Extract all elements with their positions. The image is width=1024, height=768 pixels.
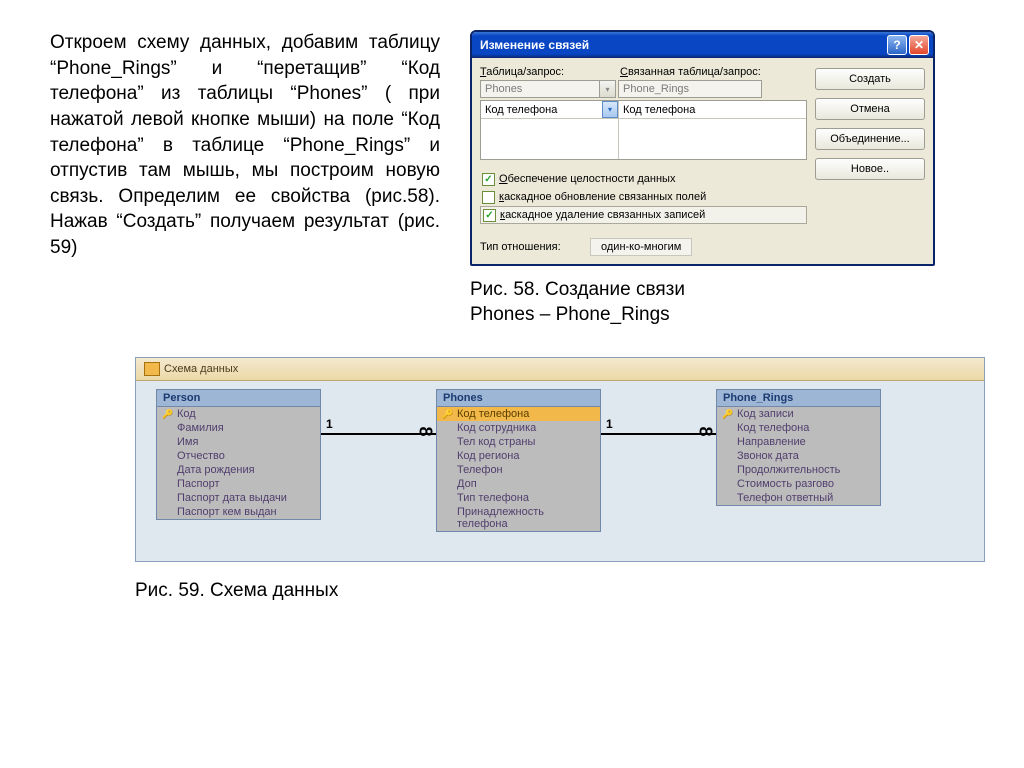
chevron-down-icon[interactable]: ▾ bbox=[602, 101, 618, 118]
create-button[interactable]: Создать bbox=[815, 68, 925, 90]
chevron-down-icon[interactable]: ▾ bbox=[599, 81, 615, 97]
close-button[interactable]: ✕ bbox=[909, 35, 929, 55]
table-field[interactable]: Дата рождения bbox=[157, 463, 320, 477]
table-header: Phone_Rings bbox=[717, 390, 880, 407]
checkbox-icon: ✓ bbox=[483, 209, 496, 222]
checkbox-cascade-update[interactable]: каскадное обновление связанных полей bbox=[480, 188, 807, 206]
relation-type-label: Тип отношения: bbox=[480, 241, 590, 253]
schema-tab[interactable]: Схема данных bbox=[136, 358, 984, 381]
table-field[interactable]: Отчество bbox=[157, 449, 320, 463]
infinity-label: 8 bbox=[420, 421, 430, 442]
one-label: 1 bbox=[606, 417, 613, 431]
table-field[interactable]: Стоимость разгово bbox=[717, 477, 880, 491]
checkbox-cascade-delete[interactable]: ✓ каскадное удаление связанных записей bbox=[480, 206, 807, 224]
figure-58-caption: Рис. 58. Создание связи Phones – Phone_R… bbox=[470, 278, 935, 327]
new-button[interactable]: Новое.. bbox=[815, 158, 925, 180]
table-box-person[interactable]: PersonКод🔑ФамилияИмяОтчествоДата рождени… bbox=[156, 389, 321, 520]
table-field[interactable]: Код региона bbox=[437, 449, 600, 463]
dialog-titlebar: Изменение связей ? ✕ bbox=[472, 32, 933, 58]
checkbox-icon: ✓ bbox=[482, 173, 495, 186]
table-field[interactable]: Имя bbox=[157, 435, 320, 449]
label-table-query: Таблица/запрос: bbox=[480, 66, 620, 78]
checkbox-integrity[interactable]: ✓ Обеспечение целостности данных bbox=[480, 170, 807, 188]
edit-relationships-dialog: Изменение связей ? ✕ Таблица/запрос: Свя… bbox=[470, 30, 935, 266]
table-header: Person bbox=[157, 390, 320, 407]
table-field[interactable]: Код телефона bbox=[717, 421, 880, 435]
table-field[interactable]: Код сотрудника bbox=[437, 421, 600, 435]
table-field[interactable]: Паспорт bbox=[157, 477, 320, 491]
relationships-schema-window: Схема данных PersonКод🔑ФамилияИмяОтчеств… bbox=[135, 357, 985, 562]
key-icon: 🔑 bbox=[442, 409, 453, 420]
table-field[interactable]: Телефон bbox=[437, 463, 600, 477]
instructions-paragraph: Откроем схему данных, добавим таблицу “P… bbox=[50, 30, 440, 261]
field-left-cell[interactable]: Код телефона ▾ bbox=[481, 101, 618, 119]
figure-59-caption: Рис. 59. Схема данных bbox=[135, 580, 974, 602]
help-button[interactable]: ? bbox=[887, 35, 907, 55]
table-field[interactable]: Телефон ответный bbox=[717, 491, 880, 505]
table-field[interactable]: Звонок дата bbox=[717, 449, 880, 463]
table-field[interactable]: Фамилия bbox=[157, 421, 320, 435]
table-field[interactable]: Код телефона🔑 bbox=[437, 407, 600, 421]
label-related-table: Связанная таблица/запрос: bbox=[620, 66, 761, 78]
table-field[interactable]: Тип телефона bbox=[437, 491, 600, 505]
field-mapping-grid[interactable]: Код телефона ▾ Код телефона bbox=[480, 100, 807, 160]
table-field[interactable]: Принадлежность телефона bbox=[437, 505, 600, 531]
table-header: Phones bbox=[437, 390, 600, 407]
table-box-phones[interactable]: PhonesКод телефона🔑Код сотрудникаТел код… bbox=[436, 389, 601, 532]
table-field[interactable]: Продолжительность bbox=[717, 463, 880, 477]
table-field[interactable]: Доп bbox=[437, 477, 600, 491]
combo-table[interactable]: Phones▾ bbox=[480, 80, 616, 98]
key-icon: 🔑 bbox=[722, 409, 733, 420]
field-right-cell[interactable]: Код телефона bbox=[619, 101, 806, 119]
table-field[interactable]: Код🔑 bbox=[157, 407, 320, 421]
table-field[interactable]: Код записи🔑 bbox=[717, 407, 880, 421]
infinity-label: 8 bbox=[700, 421, 710, 442]
relationships-icon bbox=[144, 362, 160, 376]
one-label: 1 bbox=[326, 417, 333, 431]
table-field[interactable]: Направление bbox=[717, 435, 880, 449]
combo-related-table[interactable]: Phone_Rings bbox=[618, 80, 762, 98]
table-field[interactable]: Паспорт дата выдачи bbox=[157, 491, 320, 505]
cancel-button[interactable]: Отмена bbox=[815, 98, 925, 120]
table-box-phone_rings[interactable]: Phone_RingsКод записи🔑Код телефонаНаправ… bbox=[716, 389, 881, 506]
table-field[interactable]: Паспорт кем выдан bbox=[157, 505, 320, 519]
join-button[interactable]: Объединение... bbox=[815, 128, 925, 150]
table-field[interactable]: Тел код страны bbox=[437, 435, 600, 449]
key-icon: 🔑 bbox=[162, 409, 173, 420]
checkbox-icon bbox=[482, 191, 495, 204]
dialog-title: Изменение связей bbox=[480, 38, 885, 52]
relation-type-value: один-ко-многим bbox=[590, 238, 692, 256]
